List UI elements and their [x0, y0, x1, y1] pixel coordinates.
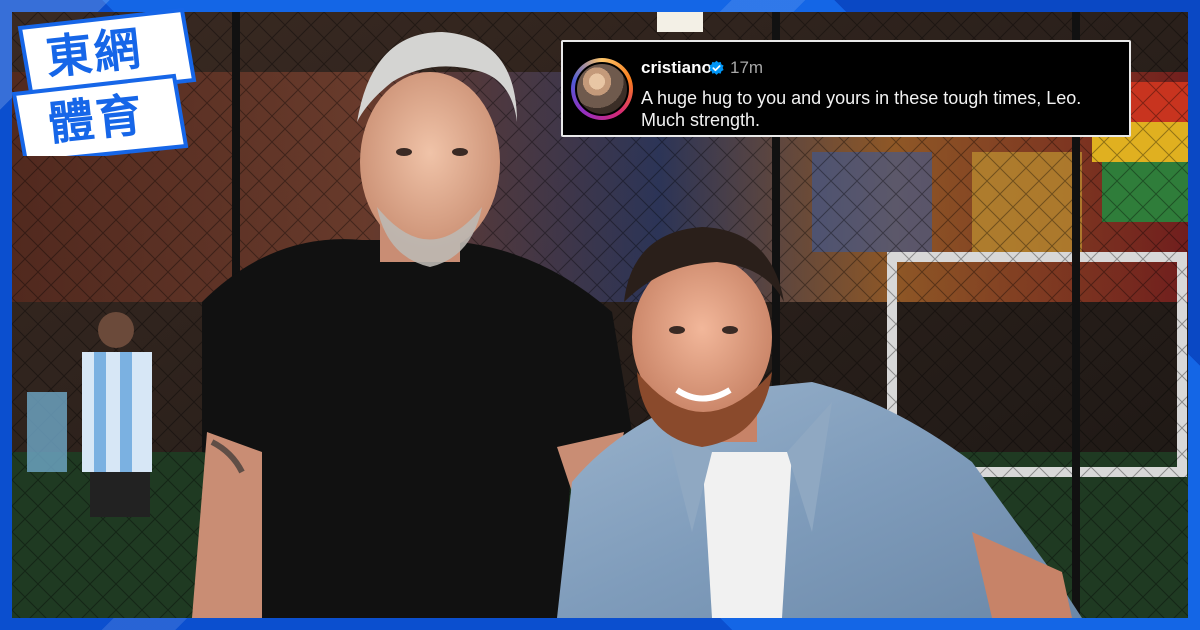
- logo-text-line1: 東網: [43, 21, 145, 85]
- post-username[interactable]: cristiano: [641, 58, 712, 78]
- social-post-card: cristiano 17m A huge hug to you and your…: [561, 40, 1131, 137]
- logo-text-line2: 體育: [45, 87, 147, 151]
- post-time: 17m: [730, 58, 764, 77]
- avatar[interactable]: [575, 62, 629, 116]
- brand-logo: 東網 體育: [2, 6, 198, 156]
- verified-badge-icon: [709, 60, 724, 75]
- story-ring[interactable]: [571, 58, 633, 120]
- post-caption: A huge hug to you and yours in these tou…: [641, 88, 1082, 130]
